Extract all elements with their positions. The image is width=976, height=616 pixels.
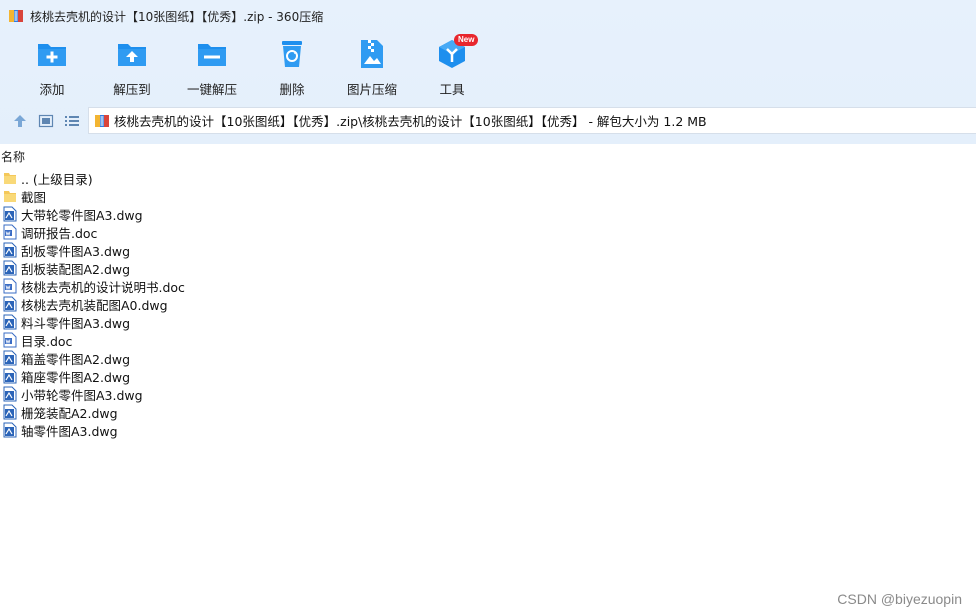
dwg-file-icon bbox=[3, 242, 17, 258]
file-name: 小带轮零件图A3.dwg bbox=[21, 387, 143, 403]
file-row[interactable]: 目录.doc bbox=[3, 331, 185, 349]
dwg-file-icon bbox=[3, 260, 17, 276]
extract-to-label: 解压到 bbox=[113, 82, 151, 97]
recycle-bin-icon bbox=[276, 38, 308, 70]
zip-archive-icon bbox=[94, 113, 110, 129]
tools-label: 工具 bbox=[439, 82, 465, 97]
file-name: 大带轮零件图A3.dwg bbox=[21, 207, 143, 223]
one-click-extract-label: 一键解压 bbox=[186, 82, 237, 97]
dwg-file-icon bbox=[3, 386, 17, 402]
dwg-file-icon bbox=[3, 368, 17, 384]
extract-to-button[interactable]: 解压到 bbox=[94, 36, 170, 98]
window-title: 核桃去壳机的设计【10张图纸】【优秀】.zip - 360压缩 bbox=[30, 9, 324, 24]
file-name: 箱盖零件图A2.dwg bbox=[21, 351, 131, 367]
doc-file-icon bbox=[3, 224, 17, 240]
address-row: 核桃去壳机的设计【10张图纸】【优秀】.zip\核桃去壳机的设计【10张图纸】【… bbox=[0, 106, 976, 136]
dwg-file-icon bbox=[3, 404, 17, 420]
file-name: .. (上级目录) bbox=[21, 171, 93, 187]
file-name: 截图 bbox=[21, 189, 47, 205]
file-row[interactable]: 刮板装配图A2.dwg bbox=[3, 259, 185, 277]
dwg-file-icon bbox=[3, 422, 17, 438]
toolbar: 添加 解压到 一键解压 删除 图片压缩 New 工具 bbox=[0, 34, 976, 98]
address-path: 核桃去壳机的设计【10张图纸】【优秀】.zip\核桃去壳机的设计【10张图纸】【… bbox=[114, 114, 707, 129]
file-row[interactable]: 核桃去壳机的设计说明书.doc bbox=[3, 277, 185, 295]
file-row[interactable]: 小带轮零件图A3.dwg bbox=[3, 385, 185, 403]
dwg-file-icon bbox=[3, 314, 17, 330]
delete-button[interactable]: 删除 bbox=[254, 36, 330, 98]
up-arrow-icon[interactable] bbox=[12, 113, 28, 129]
image-compress-icon bbox=[356, 38, 388, 70]
one-click-extract-button[interactable]: 一键解压 bbox=[174, 36, 250, 98]
image-compress-button[interactable]: 图片压缩 bbox=[334, 36, 410, 98]
one-click-extract-icon bbox=[196, 38, 228, 70]
image-compress-label: 图片压缩 bbox=[346, 82, 397, 97]
archive-app-icon bbox=[8, 8, 24, 24]
folder-row[interactable]: 截图 bbox=[3, 187, 185, 205]
folder-icon bbox=[3, 170, 17, 186]
file-name: 刮板零件图A3.dwg bbox=[21, 243, 131, 259]
file-name: 目录.doc bbox=[21, 333, 73, 349]
watermark: CSDN @biyezuopin bbox=[837, 591, 962, 607]
doc-file-icon bbox=[3, 278, 17, 294]
folder-row[interactable]: .. (上级目录) bbox=[3, 169, 185, 187]
file-row[interactable]: 刮板零件图A3.dwg bbox=[3, 241, 185, 259]
file-name: 调研报告.doc bbox=[21, 225, 98, 241]
folder-icon bbox=[3, 188, 17, 204]
file-name: 刮板装配图A2.dwg bbox=[21, 261, 131, 277]
add-label: 添加 bbox=[39, 82, 65, 97]
file-row[interactable]: 箱盖零件图A2.dwg bbox=[3, 349, 185, 367]
title-bar: 核桃去壳机的设计【10张图纸】【优秀】.zip - 360压缩 bbox=[0, 0, 976, 32]
tools-cube-icon: New bbox=[436, 34, 479, 70]
add-folder-icon bbox=[36, 38, 68, 70]
dwg-file-icon bbox=[3, 206, 17, 222]
file-row[interactable]: 调研报告.doc bbox=[3, 223, 185, 241]
doc-file-icon bbox=[3, 332, 17, 348]
file-row[interactable]: 轴零件图A3.dwg bbox=[3, 421, 185, 439]
file-row[interactable]: 大带轮零件图A3.dwg bbox=[3, 205, 185, 223]
file-name: 轴零件图A3.dwg bbox=[21, 423, 118, 439]
dwg-file-icon bbox=[3, 296, 17, 312]
file-list: .. (上级目录) 截图大带轮零件图A3.dwg 调研报告.doc 刮板零件图A3.d… bbox=[3, 169, 185, 439]
new-badge: New bbox=[454, 34, 479, 46]
file-name: 箱座零件图A2.dwg bbox=[21, 369, 131, 385]
file-row[interactable]: 栅笼装配A2.dwg bbox=[3, 403, 185, 421]
list-view-icon[interactable] bbox=[64, 113, 80, 129]
file-name: 核桃去壳机的设计说明书.doc bbox=[21, 279, 185, 295]
file-name: 料斗零件图A3.dwg bbox=[21, 315, 131, 331]
tools-button[interactable]: New 工具 bbox=[414, 34, 490, 98]
column-header-name[interactable]: 名称 bbox=[1, 148, 25, 165]
file-row[interactable]: 箱座零件图A2.dwg bbox=[3, 367, 185, 385]
file-row[interactable]: 核桃去壳机装配图A0.dwg bbox=[3, 295, 185, 313]
file-list-panel: 名称 .. (上级目录) 截图大带轮零件图A3.dwg 调研报告.doc 刮板零件图A… bbox=[0, 144, 976, 616]
top-region: 核桃去壳机的设计【10张图纸】【优秀】.zip - 360压缩 添加 解压到 一… bbox=[0, 0, 976, 144]
extract-to-icon bbox=[116, 38, 148, 70]
add-button[interactable]: 添加 bbox=[14, 36, 90, 98]
address-bar[interactable]: 核桃去壳机的设计【10张图纸】【优秀】.zip\核桃去壳机的设计【10张图纸】【… bbox=[88, 107, 976, 134]
thumbnail-view-icon[interactable] bbox=[38, 113, 54, 129]
delete-label: 删除 bbox=[279, 82, 305, 97]
file-row[interactable]: 料斗零件图A3.dwg bbox=[3, 313, 185, 331]
dwg-file-icon bbox=[3, 350, 17, 366]
file-name: 核桃去壳机装配图A0.dwg bbox=[21, 297, 168, 313]
file-name: 栅笼装配A2.dwg bbox=[21, 405, 118, 421]
